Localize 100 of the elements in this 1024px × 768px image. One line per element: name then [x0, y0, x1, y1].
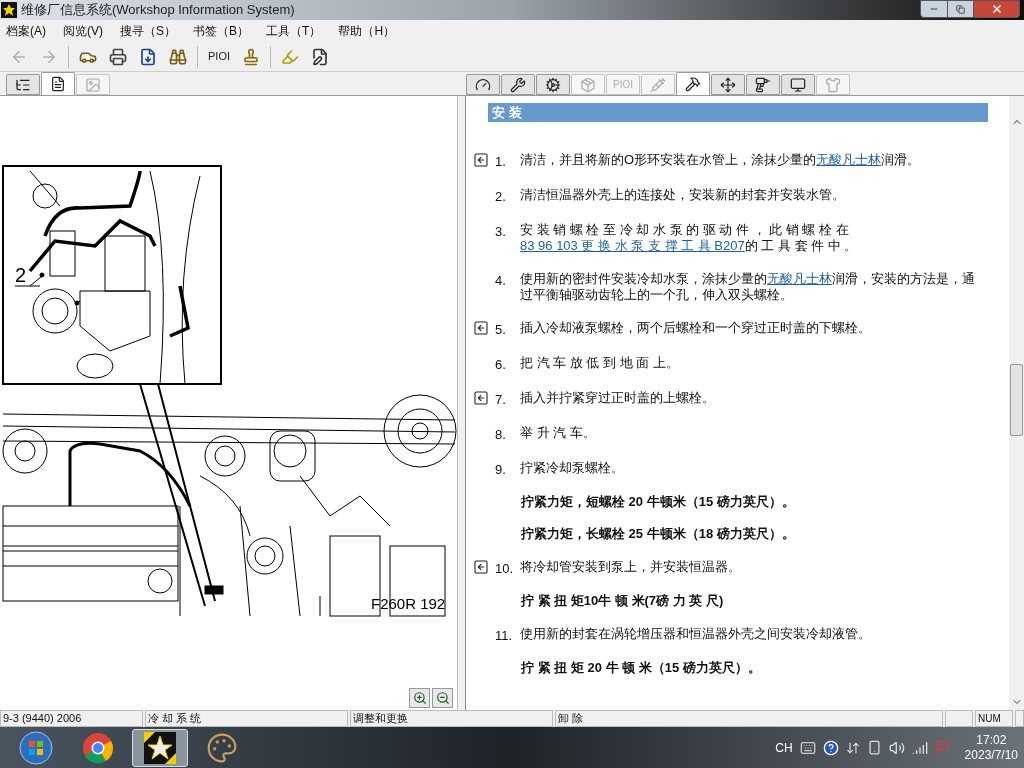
signal-icon[interactable]: [911, 739, 928, 756]
figure-code: F260R 192: [371, 595, 446, 612]
step-text: 使用新的封套在涡轮增压器和恒温器外壳之间安装冷却液管。: [520, 626, 872, 642]
tab[interactable]: [711, 74, 745, 95]
jump-back-icon[interactable]: [473, 320, 489, 336]
section-header: 安 装: [488, 103, 988, 122]
menu-item[interactable]: 档案(A): [6, 22, 46, 40]
step-number: 11.: [495, 627, 514, 644]
menu-item[interactable]: 工具（T）: [266, 22, 322, 40]
palette-icon: [206, 731, 238, 764]
window-title: 维修厂信息系统(Workshop Information System): [21, 1, 295, 20]
jump-back-icon[interactable]: [473, 152, 489, 168]
torque-note: 拧 紧 扭 矩10牛 顿 米(7磅 力 英 尺): [520, 593, 725, 609]
step-text: 使用新的密封件安装冷却水泵，涂抹少量的无酸凡士林润滑，安装的方法是，通过平衡轴驱动齿轮上的一个孔，伸入双头螺栓。: [520, 271, 976, 303]
menu-item[interactable]: 帮助（H）: [338, 22, 396, 40]
menu-item[interactable]: 阅览(V): [63, 22, 103, 40]
scrollbar-thumb[interactable]: [1010, 364, 1023, 436]
tab[interactable]: [6, 74, 40, 95]
torque-note: 拧紧力矩，长螺栓 25 牛顿米（18 磅力英尺）。: [520, 526, 796, 542]
arrows-icon[interactable]: [845, 740, 860, 755]
device-icon[interactable]: [866, 740, 882, 755]
menu-item[interactable]: 搜寻（S）: [120, 22, 176, 40]
step-text: 安 装 销 螺 栓 至 冷 却 水 泵 的 驱 动 件 ， 此 销 螺 栓 在 83 96 103 更 换 水 泵 支 撑 工 具 B207的 工 具 套 件 中 。: [520, 222, 859, 254]
help-icon[interactable]: [822, 739, 839, 756]
step-text: 拧紧冷却泵螺栓。: [520, 460, 625, 476]
link[interactable]: 83 96 103 更 换 水 泵 支 撑 工 具 B207: [520, 238, 745, 253]
tab[interactable]: [676, 72, 710, 96]
image-icon: [85, 76, 101, 93]
status-panel: [945, 710, 973, 727]
tab[interactable]: [781, 74, 815, 95]
printer-icon: [109, 47, 127, 66]
step-number: 2.: [495, 188, 507, 205]
zoom-in-button[interactable]: [409, 688, 430, 708]
document-download-icon: [139, 47, 157, 66]
browser-icon: [82, 731, 114, 764]
tab[interactable]: [466, 74, 500, 95]
step-number: 7.: [495, 391, 507, 408]
step-number: 6.: [495, 356, 507, 373]
minimize-button[interactable]: [920, 0, 948, 18]
restore-button[interactable]: [948, 0, 974, 18]
taskbar-button[interactable]: [132, 728, 188, 767]
scrollbar[interactable]: [1009, 96, 1024, 710]
step-text: 举 升 汽 车。: [520, 425, 597, 441]
step-text: 清洁恒温器外壳上的连接处，安装新的封套并安装水管。: [520, 187, 846, 203]
stamp-icon: [242, 47, 260, 66]
move-icon: [720, 76, 736, 93]
probe-icon: [650, 76, 666, 93]
jump-back-icon[interactable]: [473, 559, 489, 575]
input-language[interactable]: CH: [775, 738, 793, 757]
start-button[interactable]: [19, 730, 53, 765]
note-edit-icon: [311, 47, 329, 66]
tab[interactable]: [41, 72, 75, 96]
box-icon: [580, 76, 596, 93]
volume-icon[interactable]: [888, 739, 905, 756]
status-panel: [1015, 710, 1024, 727]
callout-number: 2: [15, 264, 27, 286]
gear-icon: [545, 76, 561, 93]
zoom-out-icon: [435, 691, 450, 705]
step-number: 4.: [495, 272, 507, 289]
restore-icon: [956, 4, 965, 14]
status-cell: 9-3 (9440) 2006: [0, 710, 143, 727]
shirt-icon: [825, 76, 841, 93]
jump-back-icon[interactable]: [473, 390, 489, 406]
zoom-out-button[interactable]: [432, 688, 453, 708]
hammer-icon: [685, 76, 701, 92]
tab[interactable]: [501, 74, 535, 95]
status-cell: 冷 却 系 统: [145, 710, 348, 727]
step-number: 5.: [495, 321, 507, 338]
app-icon: [1, 2, 17, 18]
monitor-icon: [790, 76, 806, 93]
step-number: 1.: [495, 153, 507, 170]
step-number: 10.: [495, 560, 515, 577]
highlighter-icon: [281, 47, 299, 66]
tab[interactable]: [536, 74, 570, 95]
step-text: 清洁，并且将新的O形环安装在水管上，涂抹少量的无酸凡士林润滑。: [520, 152, 922, 168]
status-cell: 调整和更换: [350, 710, 553, 727]
link[interactable]: 无酸凡士林: [767, 271, 832, 286]
close-button[interactable]: [974, 0, 1020, 18]
step-number: 9.: [495, 461, 507, 478]
link[interactable]: 无酸凡士林: [816, 152, 882, 167]
clock-date[interactable]: 2023/7/10: [964, 747, 1018, 763]
wrench-icon: [510, 76, 526, 93]
step-text: 插入并拧紧穿过正时盖的上螺栓。: [520, 390, 716, 406]
torque-note: 拧 紧 扭 矩 20 牛 顿 米（15 磅力英尺）。: [520, 660, 762, 676]
close-icon: [990, 3, 1003, 15]
step-text: 插入冷却液泵螺栓，两个后螺栓和一个穿过正时盖的下螺栓。: [520, 320, 872, 336]
pioi-button[interactable]: PIOI: [206, 48, 232, 65]
binoculars-icon: [169, 47, 187, 66]
gauge-icon: [475, 76, 491, 93]
tab[interactable]: [746, 74, 780, 95]
status-cell: 卸 除: [555, 710, 943, 727]
step-number: 8.: [495, 426, 507, 443]
torque-note: 拧紧力矩，短螺栓 20 牛顿米（15 磅力英尺）。: [520, 494, 796, 510]
keyboard-icon[interactable]: [799, 739, 816, 756]
star-icon: [143, 730, 177, 765]
menu-item[interactable]: 书签（B）: [193, 22, 250, 40]
step-number: 3.: [495, 223, 507, 240]
clock-time[interactable]: 17:02: [976, 732, 1007, 748]
zoom-in-icon: [412, 691, 427, 705]
step-text: 把 汽 车 放 低 到 地 面 上。: [520, 355, 680, 371]
